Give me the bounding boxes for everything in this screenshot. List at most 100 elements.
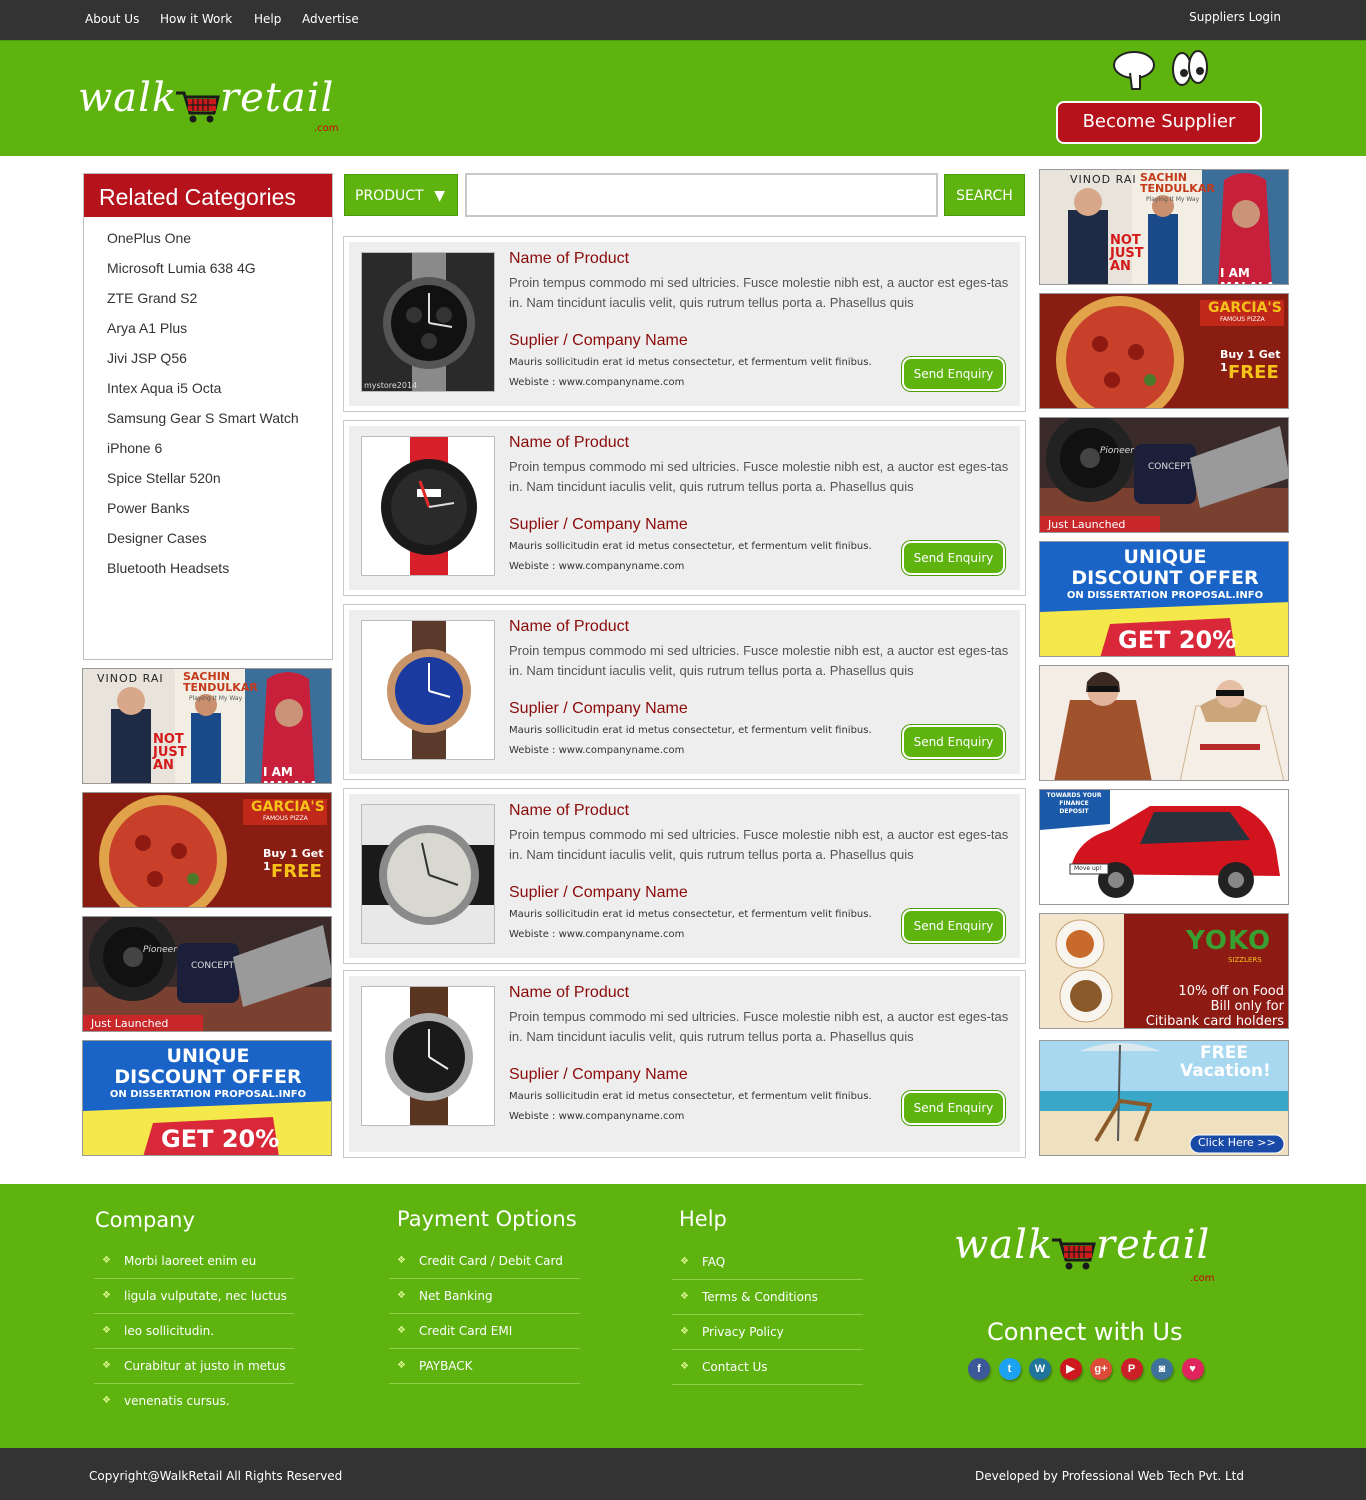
footer-company-title: Company — [95, 1208, 195, 1232]
product-image[interactable] — [361, 804, 495, 944]
supplier-website: Webiste : www.companyname.com — [509, 561, 685, 572]
logo-retail-text: retail — [220, 75, 335, 121]
ad-vacation-cta[interactable]: Click Here >> — [1198, 1136, 1276, 1149]
audio-ad-image — [1040, 418, 1288, 532]
category-item[interactable]: Microsoft Lumia 638 4G — [84, 256, 332, 286]
footer-company-link[interactable]: venenatis cursus. — [94, 1384, 294, 1419]
category-item[interactable]: Arya A1 Plus — [84, 316, 332, 346]
search-input[interactable] — [465, 173, 938, 217]
footer-help-link[interactable]: Privacy Policy — [672, 1315, 863, 1350]
ad-yoko-brand: YOKO — [1186, 926, 1272, 956]
car-ad-banner[interactable]: TOWARDS YOUR FINANCE DEPOSIT Move up! — [1039, 789, 1289, 905]
nav-advertise[interactable]: Advertise — [302, 12, 359, 26]
yoko-ad-banner[interactable]: YOKO SIZZLERS 10% off on Food Bill only … — [1039, 913, 1289, 1029]
heart-icon[interactable]: ♥ — [1181, 1358, 1204, 1380]
footer-company-link[interactable]: ligula vulputate, nec luctus — [94, 1279, 294, 1314]
footer-help-link[interactable]: Contact Us — [672, 1350, 863, 1385]
watch-image — [362, 437, 494, 575]
product-image[interactable]: mystore2014 — [361, 252, 495, 392]
discount-ad-banner[interactable]: UNIQUE DISCOUNT OFFER ON DISSERTATION PR… — [82, 1040, 332, 1156]
fashion-ad-banner[interactable] — [1039, 665, 1289, 781]
category-item[interactable]: iPhone 6 — [84, 436, 332, 466]
ad-book-subtitle: Playing It My Way — [189, 695, 243, 702]
footer-company-link[interactable]: Morbi laoreet enim eu — [94, 1244, 294, 1279]
nav-about-us[interactable]: About Us — [85, 12, 139, 26]
wordpress-icon[interactable]: W — [1029, 1358, 1051, 1380]
product-description: Proin tempus commodo mi sed ultricies. F… — [509, 275, 1009, 310]
ad-discount-line2: DISCOUNT OFFER — [114, 1066, 302, 1088]
supplier-description: Mauris sollicitudin erat id metus consec… — [509, 909, 872, 920]
supplier-description: Mauris sollicitudin erat id metus consec… — [509, 541, 872, 552]
category-item[interactable]: Power Banks — [84, 496, 332, 526]
supplier-description: Mauris sollicitudin erat id metus consec… — [509, 1091, 872, 1102]
product-image[interactable] — [361, 436, 495, 576]
supplier-name[interactable]: Suplier / Company Name — [509, 884, 688, 902]
youtube-icon[interactable]: ▶ — [1059, 1358, 1082, 1380]
category-item[interactable]: Samsung Gear S Smart Watch — [84, 406, 332, 436]
product-name[interactable]: Name of Product — [509, 984, 629, 1002]
nav-how-it-work[interactable]: How it Work — [160, 12, 232, 26]
send-enquiry-button[interactable]: Send Enquiry — [902, 357, 1005, 391]
developer-credit[interactable]: Developed by Professional Web Tech Pvt. … — [975, 1469, 1244, 1483]
product-card: Name of Product Proin tempus commodo mi … — [343, 788, 1026, 964]
footer-payment-link[interactable]: Credit Card / Debit Card — [389, 1244, 580, 1279]
logo[interactable]: walk retail .com — [78, 71, 348, 141]
google-plus-icon[interactable]: g+ — [1090, 1358, 1112, 1380]
product-image[interactable] — [361, 986, 495, 1126]
category-item[interactable]: Jivi JSP Q56 — [84, 346, 332, 376]
product-description: Proin tempus commodo mi sed ultricies. F… — [509, 827, 1009, 862]
footer-help-link[interactable]: Terms & Conditions — [672, 1280, 863, 1315]
category-item[interactable]: Spice Stellar 520n — [84, 466, 332, 496]
nav-help[interactable]: Help — [254, 12, 281, 26]
footer-help-link[interactable]: FAQ — [672, 1245, 863, 1280]
send-enquiry-button[interactable]: Send Enquiry — [902, 1091, 1005, 1125]
product-card: mystore2014 Name of Product Proin tempus… — [343, 236, 1026, 412]
pizza-ad-banner[interactable]: GARCIA'S FAMOUS PIZZA Buy 1 Get 1 FREE — [1039, 293, 1289, 409]
suppliers-login-link[interactable]: Suppliers Login — [1189, 10, 1281, 24]
become-supplier-button[interactable]: Become Supplier — [1056, 101, 1262, 144]
discount-ad-banner[interactable]: UNIQUE DISCOUNT OFFER ON DISSERTATION PR… — [1039, 541, 1289, 657]
book-ad-banner[interactable]: VINOD RAI SACHIN TENDULKAR Playing It My… — [1039, 169, 1289, 285]
product-dropdown-label: PRODUCT — [355, 188, 424, 204]
connect-with-us-title: Connect with Us — [987, 1318, 1183, 1346]
footer-logo[interactable]: walk retail .com — [954, 1218, 1224, 1288]
related-categories-panel: Related Categories OnePlus One Microsoft… — [83, 173, 333, 660]
ad-book-right-title: I AM MALALA — [1220, 266, 1275, 284]
product-dropdown[interactable]: PRODUCT ▼ — [344, 174, 458, 216]
category-item[interactable]: Bluetooth Headsets — [84, 556, 332, 586]
supplier-name[interactable]: Suplier / Company Name — [509, 332, 688, 350]
pinterest-icon[interactable]: P — [1120, 1358, 1143, 1380]
product-name[interactable]: Name of Product — [509, 434, 629, 452]
product-name[interactable]: Name of Product — [509, 618, 629, 636]
product-image[interactable] — [361, 620, 495, 760]
ad-book-left-title: NOT JUST AN — [1110, 233, 1144, 274]
footer-payment-link[interactable]: PAYBACK — [389, 1349, 580, 1384]
product-name[interactable]: Name of Product — [509, 250, 629, 268]
audio-ad-banner[interactable]: Pioneer CONCEPT Just Launched — [82, 916, 332, 1032]
footer-company-link[interactable]: Curabitur at justo in metus — [94, 1349, 294, 1384]
pizza-ad-banner[interactable]: GARCIA'S FAMOUS PIZZA Buy 1 Get 1 FREE — [82, 792, 332, 908]
book-ad-banner[interactable]: VINOD RAI SACHIN TENDULKAR Playing It My… — [82, 668, 332, 784]
facebook-icon[interactable]: f — [968, 1358, 990, 1380]
send-enquiry-button[interactable]: Send Enquiry — [902, 541, 1005, 575]
category-item[interactable]: Designer Cases — [84, 526, 332, 556]
vacation-ad-banner[interactable]: FREE Vacation! Click Here >> — [1039, 1040, 1289, 1156]
supplier-name[interactable]: Suplier / Company Name — [509, 700, 688, 718]
search-button[interactable]: SEARCH — [944, 174, 1025, 216]
footer-payment-link[interactable]: Net Banking — [389, 1279, 580, 1314]
categories-list: OnePlus One Microsoft Lumia 638 4G ZTE G… — [84, 226, 332, 586]
ad-book-left-title: NOT JUST AN — [153, 732, 187, 773]
product-name[interactable]: Name of Product — [509, 802, 629, 820]
audio-ad-banner[interactable]: Pioneer CONCEPT Just Launched — [1039, 417, 1289, 533]
footer-payment-link[interactable]: Credit Card EMI — [389, 1314, 580, 1349]
send-enquiry-button[interactable]: Send Enquiry — [902, 909, 1005, 943]
category-item[interactable]: ZTE Grand S2 — [84, 286, 332, 316]
supplier-name[interactable]: Suplier / Company Name — [509, 1066, 688, 1084]
supplier-name[interactable]: Suplier / Company Name — [509, 516, 688, 534]
footer-company-link[interactable]: leo sollicitudin. — [94, 1314, 294, 1349]
twitter-icon[interactable]: t — [998, 1358, 1021, 1380]
send-enquiry-button[interactable]: Send Enquiry — [902, 725, 1005, 759]
category-item[interactable]: OnePlus One — [84, 226, 332, 256]
category-item[interactable]: Intex Aqua i5 Octa — [84, 376, 332, 406]
instagram-icon[interactable]: ◙ — [1151, 1358, 1173, 1380]
